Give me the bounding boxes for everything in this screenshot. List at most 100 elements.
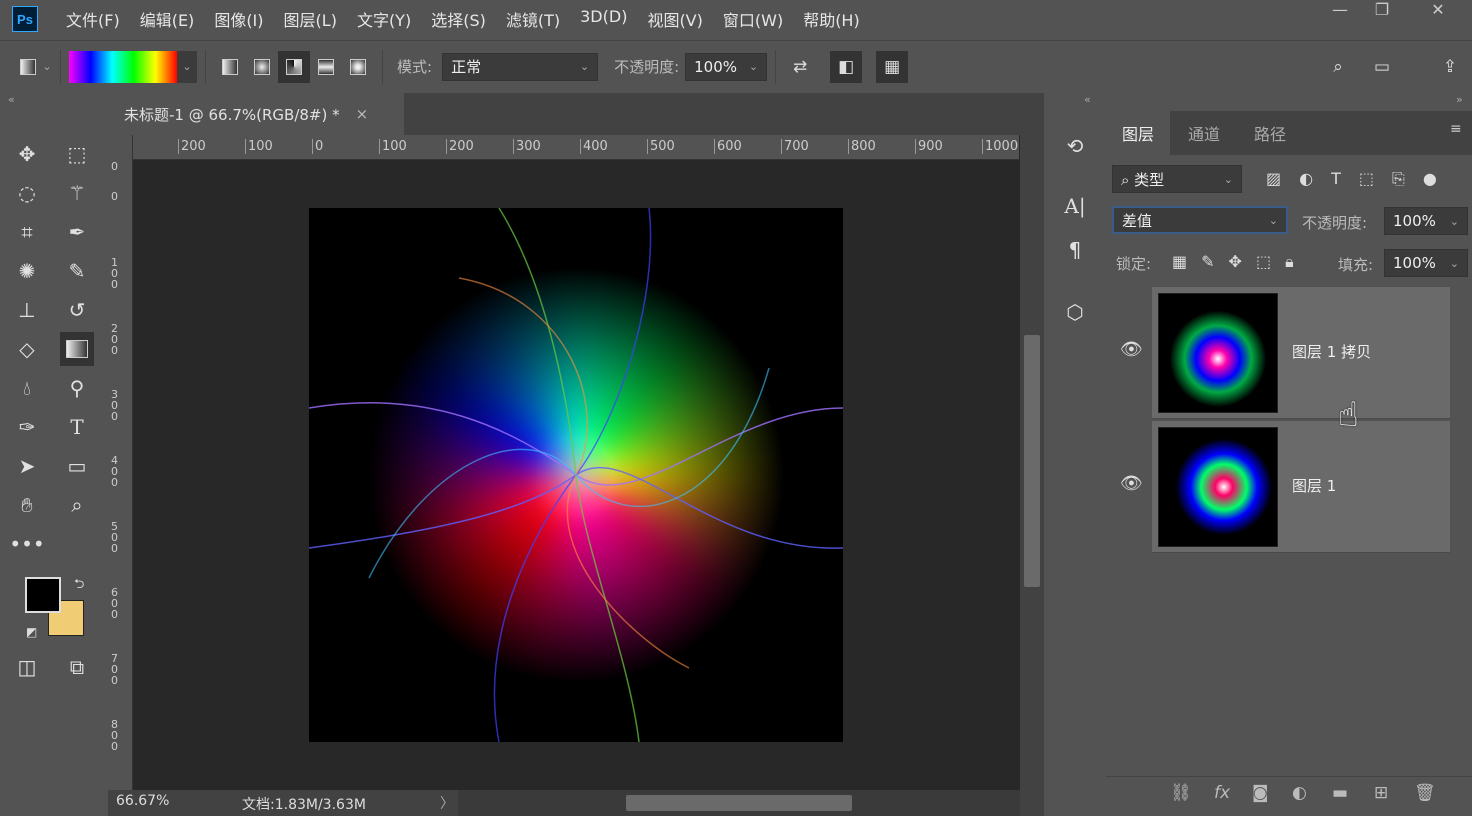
link-layers-icon[interactable]: ⛓︎: [1170, 783, 1192, 803]
menu-item[interactable]: 3D(D): [580, 7, 627, 31]
zoom-level[interactable]: 66.67%: [116, 793, 169, 809]
panel-menu-icon[interactable]: ≡: [1450, 121, 1462, 137]
visibility-eye-icon[interactable]: 👁︎: [1120, 473, 1143, 494]
lock-artboard-icon[interactable]: ⬚: [1256, 252, 1271, 272]
restore-button[interactable]: ❐: [1360, 0, 1404, 24]
mode-select[interactable]: 正常 ⌄: [442, 52, 599, 81]
vertical-scrollbar[interactable]: [1020, 135, 1044, 790]
shape-filter-icon[interactable]: ⬚: [1359, 169, 1374, 189]
menu-item[interactable]: 视图(V): [647, 7, 702, 31]
gradient-tool-icon[interactable]: [60, 332, 94, 366]
stamp-tool-icon[interactable]: ⊥: [10, 293, 44, 327]
menu-item[interactable]: 选择(S): [431, 7, 486, 31]
history-panel-icon[interactable]: ⟲: [1058, 129, 1092, 163]
transparency-icon[interactable]: ▦: [876, 50, 909, 83]
eraser-tool-icon[interactable]: ◇: [10, 332, 44, 366]
canvas-image[interactable]: [309, 208, 843, 742]
delete-layer-icon[interactable]: 🗑︎: [1414, 783, 1436, 803]
lock-pixels-icon[interactable]: ✎: [1201, 252, 1214, 272]
pixel-filter-icon[interactable]: ▨: [1266, 169, 1281, 189]
lasso-tool-icon[interactable]: ◌: [10, 176, 44, 210]
minimize-button[interactable]: —: [1318, 0, 1362, 24]
tab-paths[interactable]: 路径: [1238, 111, 1302, 155]
menu-item[interactable]: 图像(I): [214, 7, 263, 31]
visibility-eye-icon[interactable]: 👁︎: [1120, 339, 1143, 360]
paragraph-panel-icon[interactable]: ¶: [1058, 233, 1092, 267]
layer-name[interactable]: 图层 1 拷贝: [1292, 341, 1371, 362]
tab-channels[interactable]: 通道: [1172, 111, 1236, 155]
menu-item[interactable]: 滤镜(T): [506, 7, 560, 31]
menu-item[interactable]: 文字(Y): [357, 7, 411, 31]
opacity-input[interactable]: 100% ⌄: [685, 52, 768, 81]
move-tool-icon[interactable]: ✥: [10, 137, 44, 171]
healing-brush-icon[interactable]: ✺: [10, 254, 44, 288]
character-panel-icon[interactable]: A|: [1058, 189, 1092, 223]
lock-transparent-icon[interactable]: ▦: [1172, 252, 1187, 272]
menu-item[interactable]: 图层(L): [284, 7, 337, 31]
more-tools-icon[interactable]: •••: [9, 527, 44, 561]
menu-item[interactable]: 窗口(W): [723, 7, 783, 31]
close-tab-button[interactable]: ×: [356, 105, 369, 123]
add-mask-icon[interactable]: ◙: [1252, 783, 1269, 803]
adjustment-filter-icon[interactable]: ◐: [1299, 169, 1313, 189]
horizontal-scrollbar[interactable]: [458, 790, 1020, 816]
type-tool-icon[interactable]: T: [60, 410, 94, 444]
new-group-icon[interactable]: ▬: [1332, 783, 1348, 803]
blend-mode-select[interactable]: 差值 ⌄: [1112, 206, 1288, 234]
workspace-icon[interactable]: ▭: [1366, 51, 1398, 83]
h-scroll-thumb[interactable]: [626, 795, 852, 811]
hand-tool-icon[interactable]: ✋︎: [10, 488, 44, 522]
expand-icon[interactable]: »: [1456, 93, 1463, 106]
share-icon[interactable]: ⇪: [1434, 51, 1466, 83]
linear-gradient-button[interactable]: [214, 51, 246, 83]
default-colors-icon[interactable]: ◩: [26, 625, 37, 639]
lock-all-icon[interactable]: 🔒︎: [1285, 252, 1294, 272]
menu-item[interactable]: 编辑(E): [140, 7, 195, 31]
dither-icon[interactable]: ◧: [830, 50, 863, 83]
fx-icon[interactable]: fx: [1214, 783, 1230, 803]
dodge-tool-icon[interactable]: ⚲: [60, 371, 94, 405]
blur-tool-icon[interactable]: 💧︎: [10, 371, 44, 405]
filter-type-select[interactable]: ⌕ 类型 ⌄: [1112, 165, 1242, 193]
fill-input[interactable]: 100% ⌄: [1384, 249, 1468, 277]
layer-name[interactable]: 图层 1: [1292, 475, 1336, 496]
menu-item[interactable]: 帮助(H): [803, 7, 860, 31]
tool-preset-picker[interactable]: ⌄: [20, 51, 52, 83]
marquee-tool-icon[interactable]: ⬚: [60, 137, 94, 171]
type-filter-icon[interactable]: T: [1331, 169, 1341, 189]
history-brush-icon[interactable]: ↺: [60, 293, 94, 327]
menu-item[interactable]: 文件(F): [66, 7, 120, 31]
foreground-color-swatch[interactable]: [25, 577, 61, 613]
3d-panel-icon[interactable]: ⬡: [1058, 295, 1092, 329]
brush-tool-icon[interactable]: ✎: [60, 254, 94, 288]
smart-object-filter-icon[interactable]: ⎘: [1392, 169, 1405, 189]
lock-position-icon[interactable]: ✥: [1229, 252, 1242, 272]
quick-mask-icon[interactable]: ◫: [10, 650, 44, 684]
layer-opacity-input[interactable]: 100% ⌄: [1384, 207, 1468, 235]
magic-wand-icon[interactable]: ⚚: [60, 176, 94, 210]
tab-layers[interactable]: 图层: [1106, 111, 1171, 155]
eyedropper-icon[interactable]: ✒: [60, 215, 94, 249]
crop-tool-icon[interactable]: ⌗: [10, 215, 44, 249]
filter-toggle-icon[interactable]: ●: [1423, 169, 1437, 189]
angle-gradient-button[interactable]: [278, 50, 310, 83]
search-icon[interactable]: ⌕: [1322, 51, 1354, 83]
status-menu-icon[interactable]: 〉: [440, 793, 454, 813]
reverse-icon[interactable]: ⇄: [784, 51, 816, 83]
pen-tool-icon[interactable]: ✑: [10, 410, 44, 444]
path-select-icon[interactable]: ➤: [10, 449, 44, 483]
collapse-icon[interactable]: «: [8, 93, 15, 106]
new-layer-icon[interactable]: ⊞: [1374, 783, 1388, 803]
zoom-tool-icon[interactable]: ⌕: [60, 488, 94, 522]
diamond-gradient-button[interactable]: [342, 51, 374, 83]
gradient-picker[interactable]: ⌄: [69, 50, 197, 83]
layer-row[interactable]: 图层 1: [1152, 421, 1450, 553]
rectangle-tool-icon[interactable]: ▭: [60, 449, 94, 483]
radial-gradient-button[interactable]: [246, 51, 278, 83]
collapse-icon[interactable]: «: [1084, 93, 1091, 106]
adjustment-layer-icon[interactable]: ◐: [1292, 783, 1307, 803]
screen-mode-icon[interactable]: ⧉: [60, 650, 94, 684]
close-button[interactable]: ✕: [1416, 0, 1460, 24]
layer-row[interactable]: 图层 1 拷贝: [1152, 287, 1450, 419]
scroll-thumb[interactable]: [1024, 335, 1040, 587]
